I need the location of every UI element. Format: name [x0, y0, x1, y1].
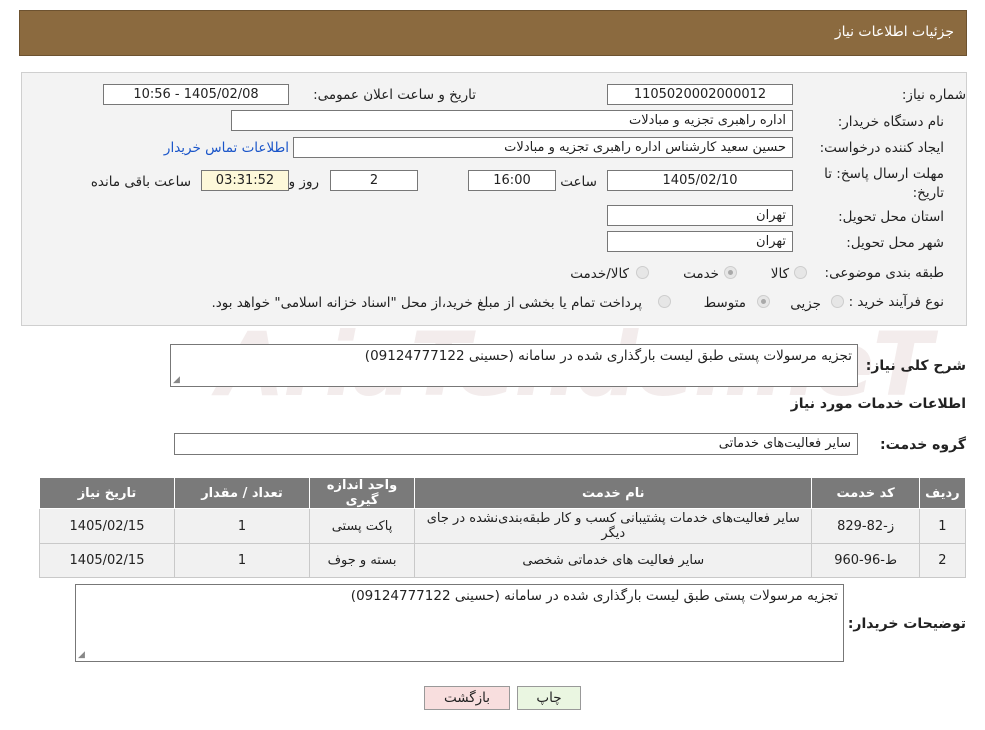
deadline-date-field: 1405/02/10 — [607, 170, 793, 191]
buyer-notes-textarea[interactable]: تجزیه مرسولات پستی طبق لیست بارگذاری شده… — [75, 584, 844, 662]
service-group-label: گروه خدمت: — [880, 437, 966, 453]
summary-textarea[interactable]: تجزیه مرسولات پستی طبق لیست بارگذاری شده… — [170, 344, 858, 387]
process-medium-label: متوسط — [703, 295, 746, 311]
cell-date: 1405/02/15 — [39, 508, 175, 544]
buyer-org-field: اداره راهبری تجزیه و مبادلات — [231, 110, 793, 131]
category-both-label: کالا/خدمت — [570, 266, 629, 282]
col-row: ردیف — [918, 477, 967, 509]
buyer-org-label: نام دستگاه خریدار: — [837, 114, 944, 130]
process-partial-label: جزیی — [790, 296, 821, 312]
cell-date: 1405/02/15 — [39, 543, 175, 578]
cell-name: سایر فعالیت های خدماتی شخصی — [414, 543, 813, 578]
category-service-label: خدمت — [683, 266, 719, 282]
category-goods-radio[interactable] — [794, 266, 807, 279]
cell-qty: 1 — [174, 543, 310, 578]
category-both-radio[interactable] — [636, 266, 649, 279]
table-row: 2 ط-96-960 سایر فعالیت های خدماتی شخصی ب… — [39, 543, 967, 578]
deadline-label: مهلت ارسال پاسخ: تا تاریخ: — [824, 166, 944, 201]
remaining-label: ساعت باقی مانده — [90, 174, 191, 190]
col-code: کد خدمت — [811, 477, 920, 509]
cell-name: سایر فعالیت‌های خدمات پشتیبانی کسب و کار… — [414, 508, 813, 544]
city-label: شهر محل تحویل: — [846, 235, 944, 251]
deadline-time-field: 16:00 — [468, 170, 556, 191]
col-date: تاریخ نیاز — [39, 477, 175, 509]
city-field: تهران — [607, 231, 793, 252]
process-partial-radio[interactable] — [831, 295, 844, 308]
print-button[interactable]: چاپ — [517, 686, 581, 710]
buyer-contact-link[interactable]: اطلاعات تماس خریدار — [164, 140, 289, 156]
summary-label: شرح کلی نیاز: — [865, 358, 966, 374]
process-treasury-checkbox[interactable] — [658, 295, 671, 308]
service-group-field: سایر فعالیت‌های خدماتی — [174, 433, 858, 455]
resize-grip-icon[interactable]: ◢ — [78, 650, 85, 660]
details-panel: AriaTender.neT شماره نیاز: 1105020002000… — [21, 72, 967, 416]
back-button[interactable]: بازگشت — [424, 686, 510, 710]
cell-unit: بسته و جوف — [308, 543, 416, 578]
process-label: نوع فرآیند خرید : — [848, 294, 944, 310]
time-label: ساعت — [560, 174, 597, 190]
province-label: استان محل تحویل: — [838, 209, 944, 225]
announce-label: تاریخ و ساعت اعلان عمومی: — [313, 87, 476, 103]
category-goods-label: کالا — [770, 266, 789, 282]
services-table: ردیف کد خدمت نام خدمت واحد اندازه گیری ت… — [39, 477, 967, 578]
process-treasury-note: پرداخت تمام یا بخشی از مبلغ خرید،از محل … — [211, 295, 642, 311]
table-header-row: ردیف کد خدمت نام خدمت واحد اندازه گیری ت… — [39, 477, 967, 509]
cell-qty: 1 — [174, 508, 310, 544]
category-service-radio[interactable] — [724, 266, 737, 279]
need-number-label: شماره نیاز: — [901, 87, 966, 103]
days-label: روز و — [288, 174, 319, 190]
col-qty: تعداد / مقدار — [174, 477, 310, 509]
remaining-time-field: 03:31:52 — [201, 170, 289, 191]
category-label: طبقه بندی موضوعی: — [824, 265, 944, 281]
buyer-notes-label: توضیحات خریدار: — [847, 616, 966, 632]
cell-row: 1 — [918, 508, 967, 544]
page-header: جزئیات اطلاعات نیاز — [19, 10, 967, 56]
table-row: 1 ز-82-829 سایر فعالیت‌های خدمات پشتیبان… — [39, 508, 967, 544]
buyer-notes-text: تجزیه مرسولات پستی طبق لیست بارگذاری شده… — [350, 588, 838, 604]
cell-unit: پاکت پستی — [308, 508, 416, 544]
creator-field: حسین سعید کارشناس اداره راهبری تجزیه و م… — [293, 137, 793, 158]
services-section-title: اطلاعات خدمات مورد نیاز — [790, 396, 966, 412]
cell-code: ط-96-960 — [811, 543, 920, 578]
cell-row: 2 — [918, 543, 967, 578]
process-medium-radio[interactable] — [757, 295, 770, 308]
creator-label: ایجاد کننده درخواست: — [819, 140, 944, 156]
summary-text: تجزیه مرسولات پستی طبق لیست بارگذاری شده… — [364, 348, 852, 364]
cell-code: ز-82-829 — [811, 508, 920, 544]
announce-field: 1405/02/08 - 10:56 — [103, 84, 289, 105]
resize-grip-icon[interactable]: ◢ — [173, 375, 180, 385]
province-field: تهران — [607, 205, 793, 226]
days-field: 2 — [330, 170, 418, 191]
col-unit: واحد اندازه گیری — [308, 477, 416, 509]
need-number-field: 1105020002000012 — [607, 84, 793, 105]
page-title: جزئیات اطلاعات نیاز — [834, 24, 954, 40]
col-name: نام خدمت — [414, 477, 813, 509]
